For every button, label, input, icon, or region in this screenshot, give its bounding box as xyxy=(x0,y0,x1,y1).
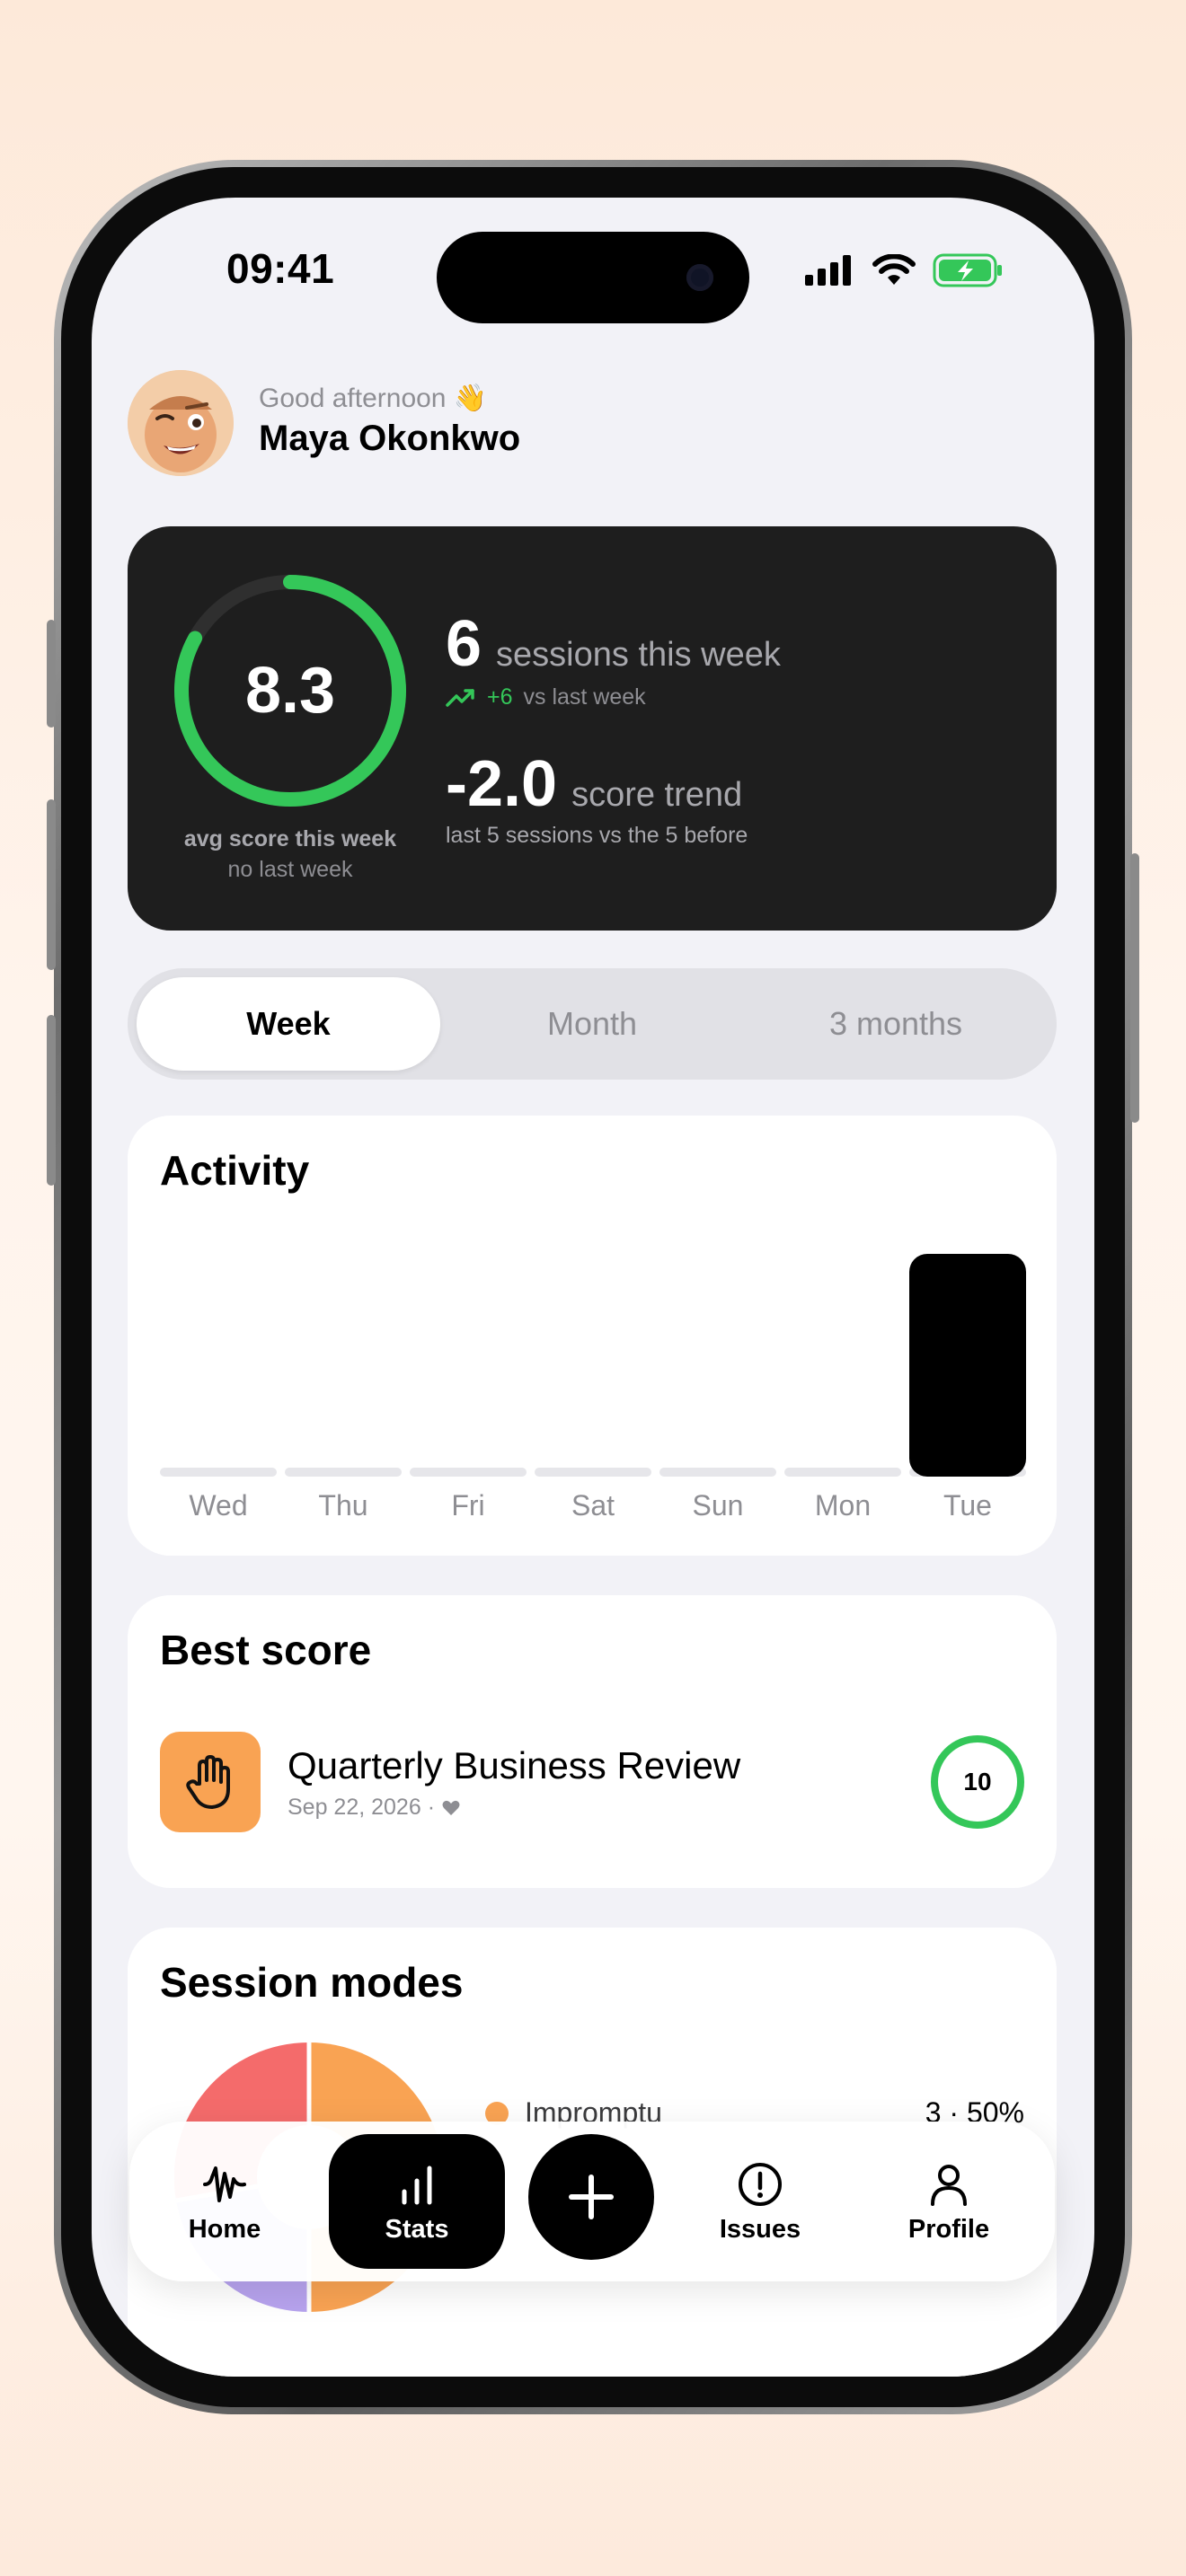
status-time: 09:41 xyxy=(226,245,335,292)
activity-bar-baseline xyxy=(784,1468,901,1477)
avg-score-caption: avg score this week xyxy=(183,826,397,851)
camera-icon xyxy=(686,264,713,291)
range-tab-month[interactable]: Month xyxy=(440,977,744,1071)
activity-bar-baseline xyxy=(285,1468,402,1477)
activity-bar-baseline xyxy=(410,1468,527,1477)
session-modes-title: Session modes xyxy=(160,1959,464,2006)
range-selector: Week Month 3 months xyxy=(128,968,1057,1080)
trending-up-icon xyxy=(446,688,474,707)
avg-score-value: 8.3 xyxy=(244,655,336,727)
activity-day-label: Sat xyxy=(571,1489,615,1522)
status-icons xyxy=(803,253,1005,287)
add-session-button[interactable] xyxy=(528,2134,654,2260)
session-mode-badge xyxy=(160,1732,261,1832)
activity-day-label: Mon xyxy=(814,1489,872,1522)
activity-bar-baseline xyxy=(535,1468,651,1477)
app-screen: 09:41 Good afternoon 👋 Maya Okonkwo 8.3 … xyxy=(92,198,1094,2377)
hand-icon xyxy=(186,1755,230,1809)
tab-home[interactable]: Home xyxy=(151,2122,298,2281)
sessions-delta-label: vs last week xyxy=(523,684,646,710)
signal-icon xyxy=(805,255,851,286)
activity-bar-baseline xyxy=(160,1468,277,1477)
avg-score-ring: 8.3 xyxy=(169,569,412,812)
sessions-count: 6 xyxy=(446,608,482,680)
activity-bar-tue xyxy=(909,1254,1026,1477)
activity-bar-thu xyxy=(285,1254,402,1477)
activity-day-label: Tue xyxy=(943,1489,992,1522)
best-session-date: Sep 22, 2026 · xyxy=(288,1795,436,1820)
battery-charging-icon xyxy=(933,253,1002,287)
trend-subcaption: last 5 sessions vs the 5 before xyxy=(446,823,748,848)
wifi-icon xyxy=(872,254,916,285)
tab-stats[interactable]: Stats xyxy=(329,2134,505,2269)
activity-bar-baseline xyxy=(659,1468,776,1477)
exclamation-circle-icon xyxy=(739,2162,782,2206)
heart-icon xyxy=(442,1800,460,1815)
action-button xyxy=(47,620,56,728)
sessions-delta-row: +6 vs last week xyxy=(446,684,646,710)
activity-day-label: Fri xyxy=(451,1489,485,1522)
best-score-badge: 10 xyxy=(931,1735,1024,1829)
person-icon xyxy=(931,2164,967,2206)
tab-profile-label: Profile xyxy=(907,2214,990,2244)
tab-bar: Home Stats Issues Profile xyxy=(129,2122,1055,2281)
weekly-stats-card: 8.3 avg score this week no last week 6 s… xyxy=(128,526,1057,931)
sessions-delta: +6 xyxy=(487,684,513,710)
sessions-label: sessions this week xyxy=(496,636,781,674)
trend-value: -2.0 xyxy=(446,748,558,820)
activity-bar-sat xyxy=(535,1254,651,1477)
tab-issues-label: Issues xyxy=(719,2214,801,2244)
bar-chart-icon xyxy=(402,2166,432,2204)
avatar[interactable] xyxy=(128,370,234,476)
user-name: Maya Okonkwo xyxy=(259,419,521,458)
activity-bar-mon xyxy=(784,1254,901,1477)
volume-down-button xyxy=(47,1015,56,1186)
trend-row: -2.0 score trend xyxy=(446,747,742,821)
memoji-face-icon xyxy=(128,370,234,476)
activity-bar-fill xyxy=(909,1254,1026,1477)
range-tab-week[interactable]: Week xyxy=(137,977,440,1071)
plus-icon xyxy=(569,2175,614,2219)
activity-day-label: Wed xyxy=(189,1489,248,1522)
activity-day-label: Sun xyxy=(692,1489,744,1522)
tab-home-label: Home xyxy=(188,2214,261,2244)
volume-up-button xyxy=(47,799,56,970)
range-tab-3-months[interactable]: 3 months xyxy=(744,977,1048,1071)
waveform-icon xyxy=(203,2166,246,2202)
activity-bar-fri xyxy=(410,1254,527,1477)
activity-card: Activity Wed Thu Fri Sat Sun Mon Tue xyxy=(128,1116,1057,1556)
tab-issues[interactable]: Issues xyxy=(686,2122,834,2281)
activity-bar-wed xyxy=(160,1254,277,1477)
best-session-title: Quarterly Business Review xyxy=(288,1744,741,1786)
avg-score-subcaption: no last week xyxy=(227,857,353,882)
dynamic-island xyxy=(437,232,749,323)
tab-profile[interactable]: Profile xyxy=(875,2122,1022,2281)
sessions-row: 6 sessions this week xyxy=(446,607,781,681)
best-session-meta: Sep 22, 2026 · xyxy=(288,1795,460,1821)
tab-stats-label: Stats xyxy=(385,2214,449,2244)
greeting-text: Good afternoon 👋 xyxy=(259,384,488,413)
activity-day-label: Thu xyxy=(318,1489,368,1522)
activity-title: Activity xyxy=(160,1147,310,1194)
best-score-title: Best score xyxy=(160,1627,372,1673)
best-score-card: Best score Quarterly Business Review Sep… xyxy=(128,1595,1057,1888)
power-button xyxy=(1130,853,1139,1123)
trend-label: score trend xyxy=(571,776,743,814)
activity-bar-sun xyxy=(659,1254,776,1477)
